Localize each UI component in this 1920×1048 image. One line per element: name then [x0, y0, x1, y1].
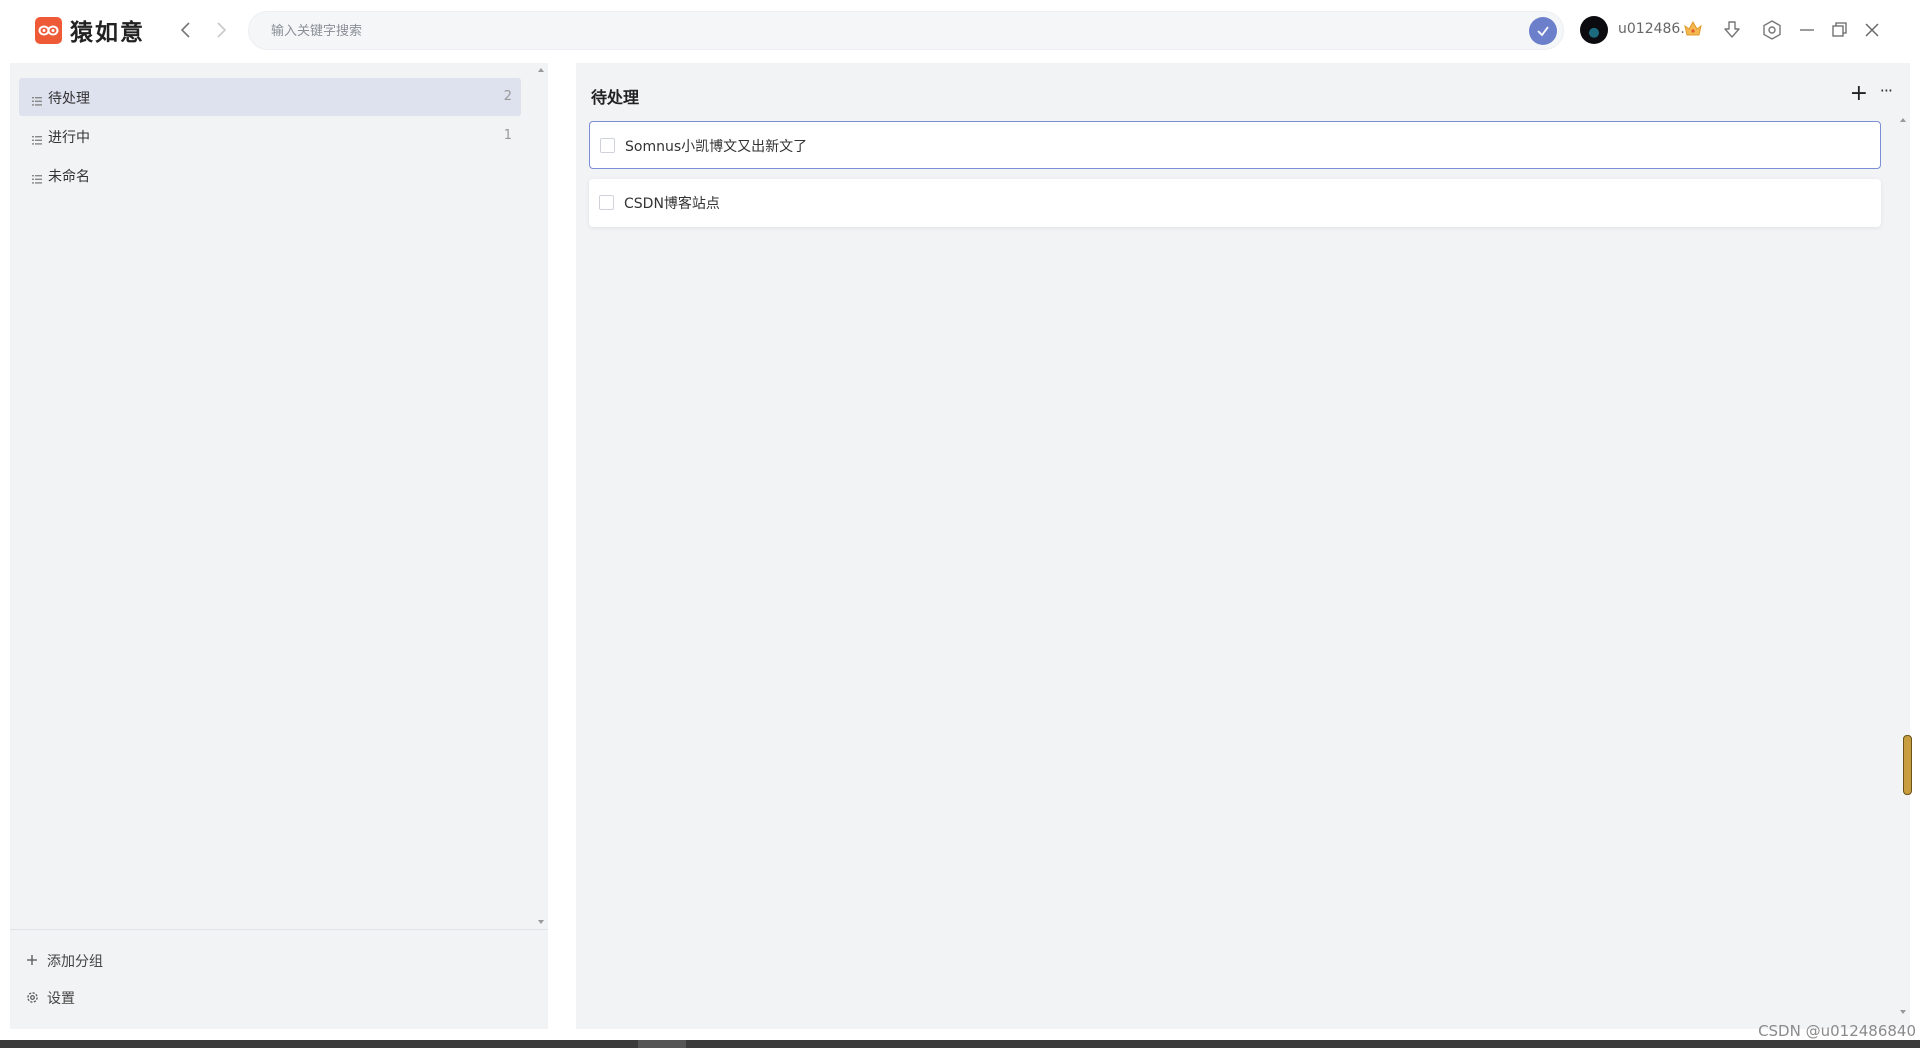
- sidebar-scrollbar[interactable]: [536, 65, 546, 927]
- add-group-label: 添加分组: [47, 954, 103, 970]
- back-arrow-icon[interactable]: [175, 18, 197, 42]
- download-icon[interactable]: [1721, 19, 1743, 41]
- settings-icon[interactable]: [1761, 19, 1783, 41]
- task-title[interactable]: Somnus小凯博文又出新文了: [625, 136, 807, 156]
- search-bar: [248, 11, 1564, 50]
- main-scrollbar[interactable]: [1898, 115, 1908, 1017]
- sidebar-item-count: 2: [503, 89, 512, 104]
- avatar[interactable]: [1580, 16, 1608, 44]
- sidebar-item-count: 1: [503, 128, 512, 143]
- list-icon: [32, 130, 42, 149]
- taskbar-strip: [0, 1040, 1920, 1048]
- search-input[interactable]: [271, 20, 1471, 42]
- app-logo-icon: [35, 17, 62, 44]
- scrollbar-thumb[interactable]: [1903, 735, 1912, 795]
- settings-label: 设置: [47, 991, 75, 1007]
- sidebar-item-pending[interactable]: 待处理 2: [19, 78, 521, 116]
- sidebar-item-label: 待处理: [48, 91, 90, 107]
- task-title[interactable]: CSDN博客站点: [624, 193, 720, 213]
- search-submit-button[interactable]: [1529, 17, 1557, 45]
- task-checkbox[interactable]: [599, 195, 614, 210]
- sidebar-item-unnamed[interactable]: 未命名: [19, 156, 521, 194]
- task-item[interactable]: CSDN博客站点: [589, 179, 1881, 227]
- app-name: 猿如意: [70, 20, 145, 46]
- minimize-icon[interactable]: [1796, 19, 1818, 41]
- forward-arrow-icon[interactable]: [210, 18, 232, 42]
- task-item[interactable]: Somnus小凯博文又出新文了: [589, 121, 1881, 169]
- sidebar-item-label: 未命名: [48, 169, 90, 185]
- watermark: CSDN @u012486840: [1758, 1022, 1916, 1040]
- restore-icon[interactable]: [1828, 19, 1850, 41]
- page-title: 待处理: [591, 88, 640, 107]
- list-icon: [32, 91, 42, 110]
- sidebar-item-label: 进行中: [48, 130, 90, 146]
- sidebar-item-in-progress[interactable]: 进行中 1: [19, 117, 521, 155]
- plus-icon: [26, 954, 38, 970]
- gear-icon: [26, 991, 39, 1008]
- task-checkbox[interactable]: [600, 138, 615, 153]
- crown-icon: [1683, 20, 1703, 42]
- close-icon[interactable]: [1861, 19, 1883, 41]
- group-list: 待处理 2 进行中 1 未命名: [19, 78, 521, 195]
- more-options-button[interactable]: ···: [1880, 81, 1893, 100]
- title-bar: 猿如意 u012486...: [0, 0, 1920, 60]
- sidebar-divider: [10, 929, 548, 930]
- sidebar: 待处理 2 进行中 1 未命名 添加分组 设置: [10, 63, 548, 1029]
- list-icon: [32, 169, 42, 188]
- add-task-button[interactable]: +: [1850, 83, 1868, 105]
- task-panel: 待处理 + ··· Somnus小凯博文又出新文了 CSDN博客站点: [576, 63, 1912, 1029]
